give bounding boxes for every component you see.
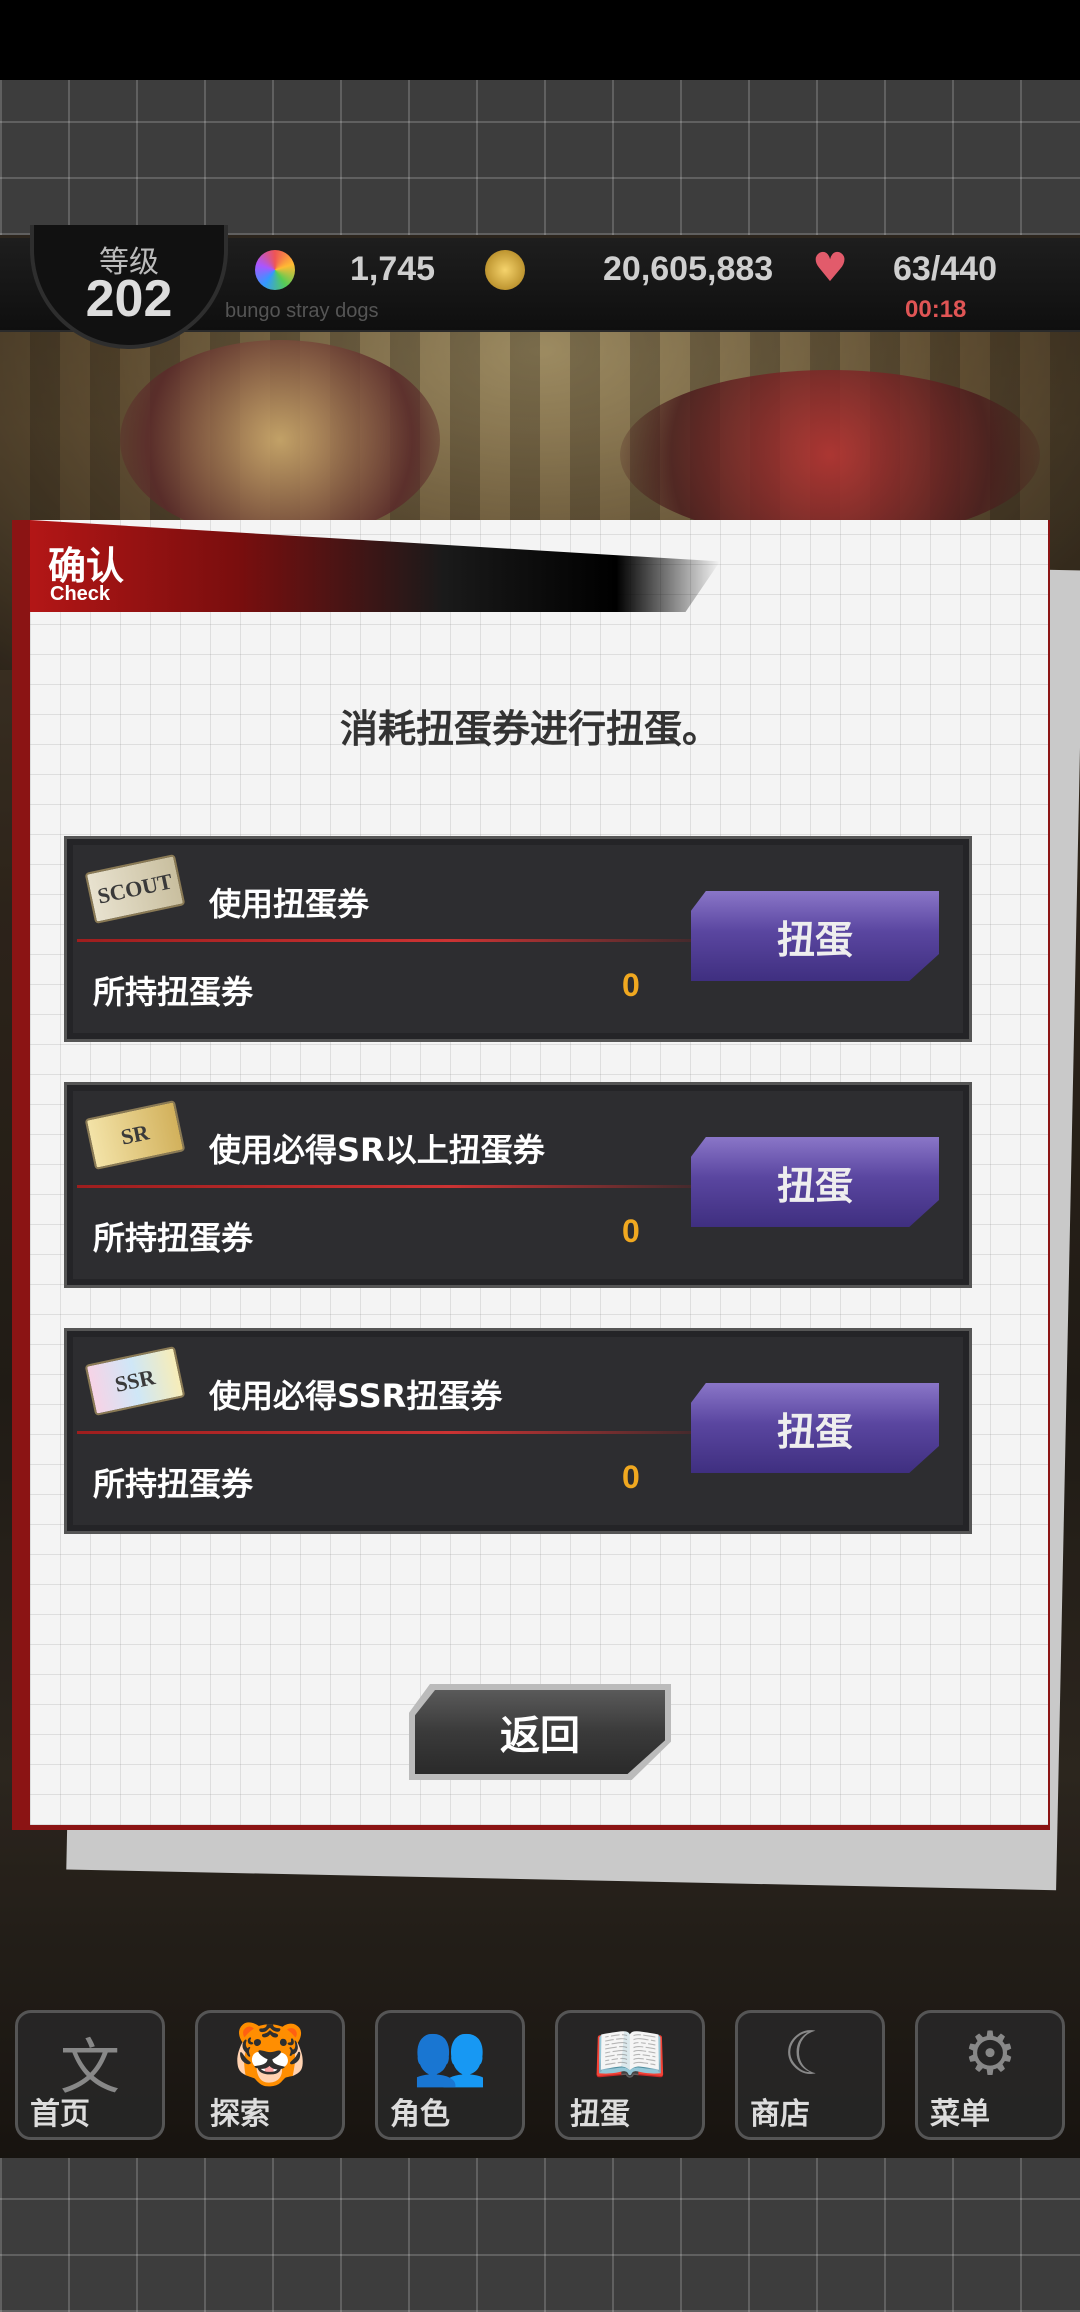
owned-count: 0 — [622, 1213, 640, 1249]
ticket-title: 使用必得SR以上扭蛋券 — [209, 1131, 545, 1169]
gem-count: 1,745 — [350, 250, 436, 288]
gacha-button[interactable]: 扭蛋 — [691, 891, 939, 981]
sr-ticket-icon: SR — [84, 1100, 186, 1170]
ssr-ticket-icon: SSR — [84, 1346, 186, 1416]
nav-explore[interactable]: 🐯 探索 — [195, 2010, 345, 2140]
moon-icon: ☾ — [783, 2019, 837, 2089]
nav-label: 扭蛋 — [570, 2097, 630, 2132]
coin-icon — [485, 250, 525, 290]
owned-count: 0 — [622, 967, 640, 1003]
gem-icon — [255, 250, 295, 290]
stamina-count: 63/440 — [893, 250, 997, 288]
divider — [77, 1185, 697, 1188]
nav-gacha[interactable]: 📖 扭蛋 — [555, 2010, 705, 2140]
gacha-button[interactable]: 扭蛋 — [691, 1137, 939, 1227]
divider — [77, 939, 697, 942]
gear-icon: ⚙ — [963, 2019, 1017, 2089]
nav-menu[interactable]: ⚙ 菜单 — [915, 2010, 1065, 2140]
stamina-timer: 00:18 — [905, 296, 967, 323]
nav-label: 商店 — [750, 2097, 810, 2132]
book-icon: 📖 — [592, 2020, 668, 2090]
nav-label: 探索 — [210, 2097, 270, 2132]
nav-label: 角色 — [390, 2097, 450, 2132]
nav-label: 首页 — [30, 2097, 90, 2132]
scout-ticket-icon: SCOUT — [84, 854, 186, 924]
level-value: 202 — [85, 270, 173, 328]
bottom-grid-band — [0, 2158, 1080, 2312]
ticket-row-sr: SR 使用必得SR以上扭蛋券 所持扭蛋券 0 扭蛋 — [64, 1082, 972, 1288]
dialog-title: 确认 — [48, 544, 125, 588]
dialog-message: 消耗扭蛋券进行扭蛋。 — [339, 707, 720, 751]
owned-label: 所持扭蛋券 — [93, 1219, 254, 1257]
ticket-row-scout: SCOUT 使用扭蛋券 所持扭蛋券 0 扭蛋 — [64, 836, 972, 1042]
owned-count: 0 — [622, 1459, 640, 1495]
owned-label: 所持扭蛋券 — [93, 973, 254, 1011]
ticket-title: 使用必得SSR扭蛋券 — [209, 1377, 503, 1415]
nav-label: 菜单 — [930, 2097, 990, 2132]
heart-icon: ♥ — [812, 245, 848, 291]
people-icon: 👥 — [412, 2020, 488, 2090]
nav-shop[interactable]: ☾ 商店 — [735, 2010, 885, 2140]
coin-count: 20,605,883 — [603, 250, 774, 288]
owned-label: 所持扭蛋券 — [93, 1465, 254, 1503]
tiger-icon: 🐯 — [232, 2020, 308, 2090]
dialog-title-en: Check — [50, 583, 111, 605]
nav-characters[interactable]: 👥 角色 — [375, 2010, 525, 2140]
game-subtitle: bungo stray dogs — [225, 300, 379, 322]
nav-home[interactable]: 文 首页 — [15, 2010, 165, 2140]
character-art — [120, 340, 440, 540]
divider — [77, 1431, 697, 1434]
top-grid-band — [0, 80, 1080, 235]
ticket-title: 使用扭蛋券 — [209, 885, 370, 923]
bottom-nav: 文 首页 🐯 探索 👥 角色 📖 扭蛋 ☾ 商店 ⚙ 菜单 — [0, 2000, 1080, 2150]
gacha-button[interactable]: 扭蛋 — [691, 1383, 939, 1473]
ticket-row-ssr: SSR 使用必得SSR扭蛋券 所持扭蛋券 0 扭蛋 — [64, 1328, 972, 1534]
character-art — [620, 370, 1040, 540]
back-button[interactable]: 返回 — [415, 1690, 665, 1774]
